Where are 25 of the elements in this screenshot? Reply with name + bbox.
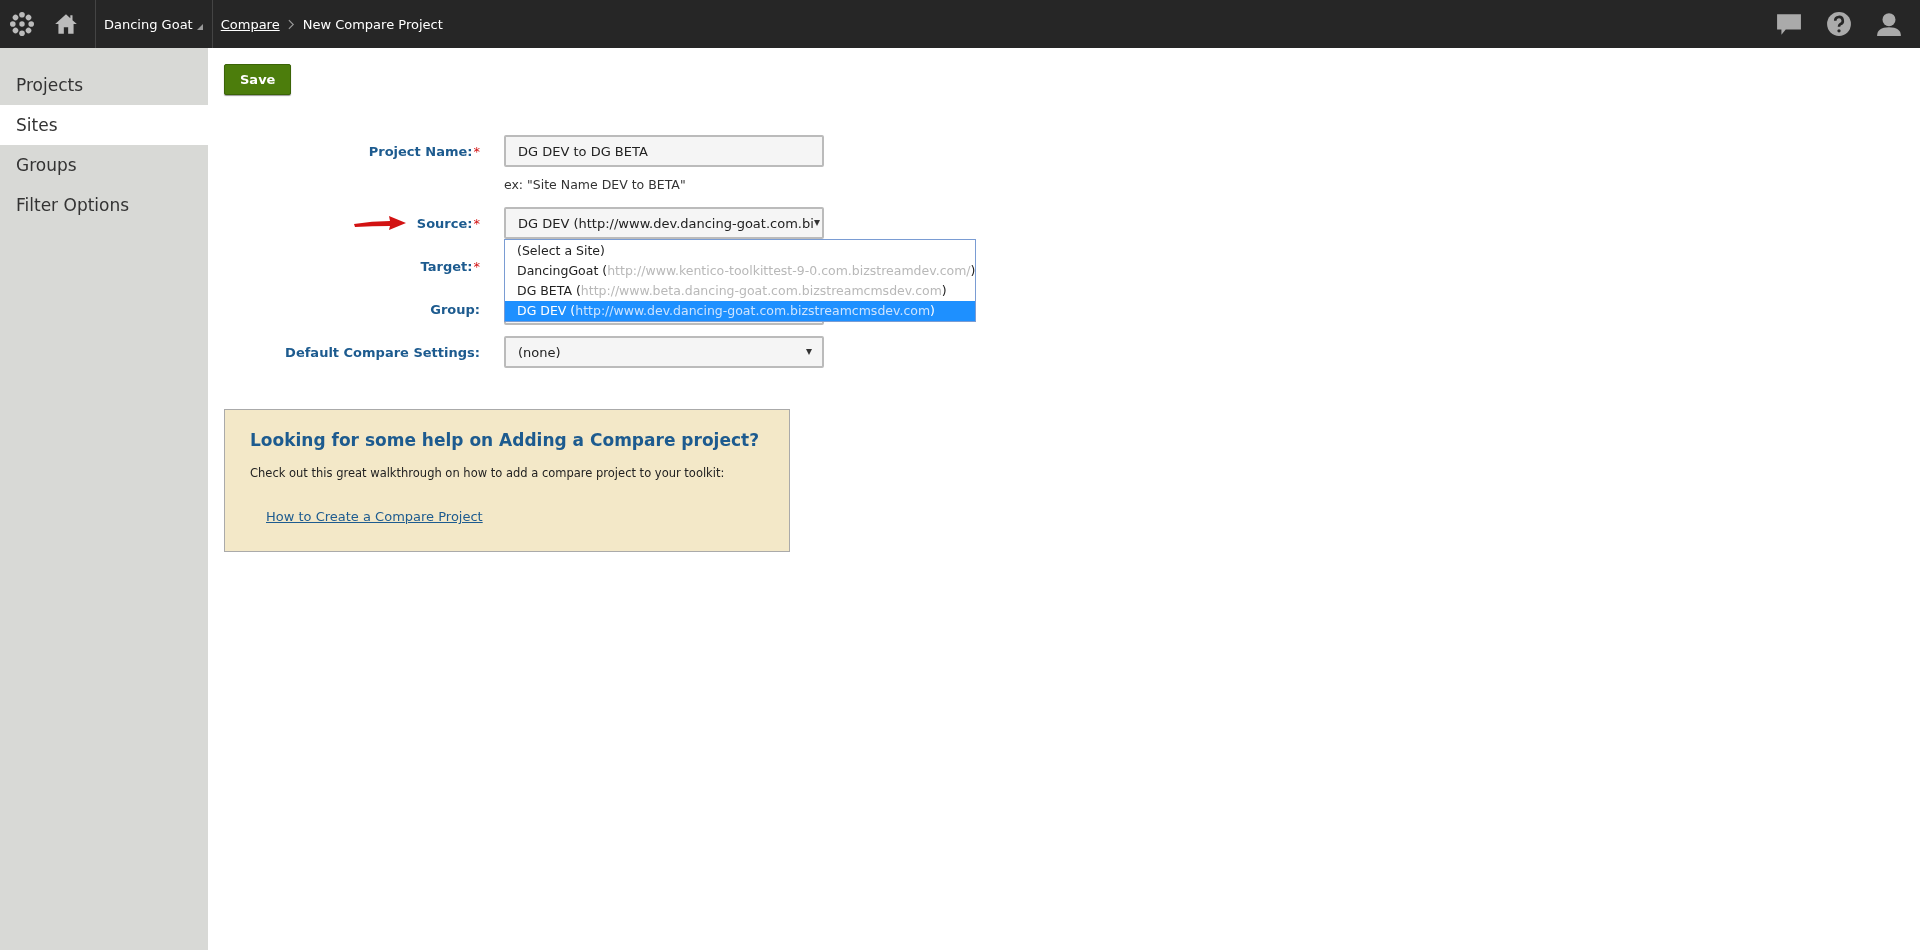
select-field[interactable]: DG DEV (http://www.dev.dancing-goat.com.bi [504,207,824,239]
dropdown-option[interactable]: DancingGoat (http://www.kentico-toolkittest-9-0.com.bizstreamdev.com/) [505,261,975,281]
sidebar-item[interactable]: Projects [0,65,208,105]
field-hint: ex: "Site Name DEV to BETA" [504,177,687,192]
help-link[interactable]: How to Create a Compare Project [266,509,483,524]
required-mark: * [473,258,480,274]
text-field[interactable]: DG DEV to DG BETA [504,135,824,167]
required-mark: * [473,215,480,231]
select-field[interactable]: (none) [504,336,824,368]
breadcrumb-link[interactable]: Compare [220,16,280,32]
required-mark: * [473,143,480,159]
dropdown-option[interactable]: (Select a Site) [505,241,975,261]
sidebar-item[interactable]: Filter Options [0,185,208,225]
sidebar-item[interactable]: Groups [0,145,208,185]
field-label: Project Name: [368,143,473,159]
field-label: Target: [420,258,473,274]
breadcrumb-current: New Compare Project [302,16,443,32]
help-title: Looking for some help on Adding a Compare project? [250,430,760,450]
save-button[interactable]: Save [224,64,292,95]
dropdown-option[interactable]: DG BETA (http://www.beta.dancing-goat.com.bizstreamcmsdev.com) [505,281,975,301]
sidebar-item[interactable]: Sites [0,105,208,145]
field-label: Group: [430,301,480,317]
field-label: Default Compare Settings: [285,344,480,360]
field-label: Source: [416,215,473,231]
help-text: Check out this great walkthrough on how to add a compare project to your toolkit: [250,466,726,480]
